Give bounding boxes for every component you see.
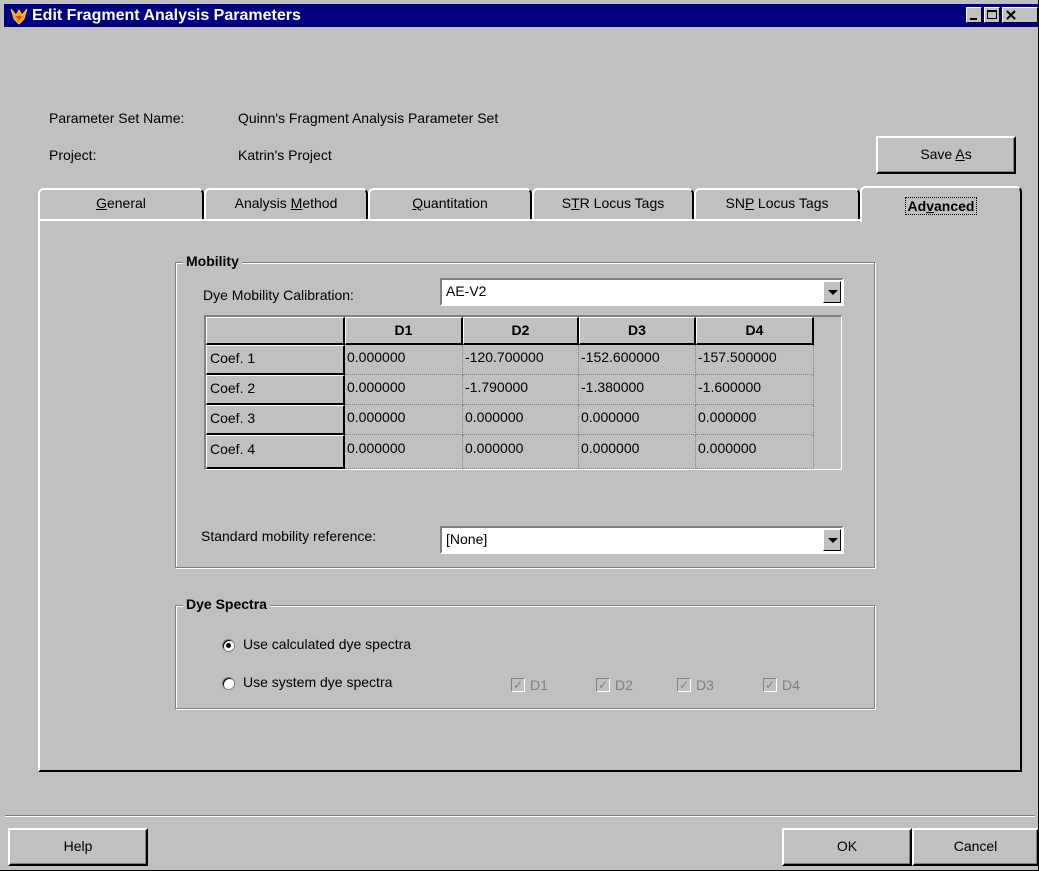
d2-checkbox-label: D2: [615, 677, 633, 693]
d4-checkbox-label: D4: [782, 677, 800, 693]
column-header-d3[interactable]: D3: [579, 317, 696, 345]
coef-cell[interactable]: -157.500000: [696, 345, 814, 375]
save-as-label: Save: [920, 146, 956, 162]
tab-label: SN: [725, 195, 745, 211]
save-as-button[interactable]: Save As: [876, 136, 1016, 174]
coef-cell[interactable]: 0.000000: [463, 435, 579, 469]
use-system-dye-spectra-radio[interactable]: [222, 677, 235, 690]
ok-button[interactable]: OK: [782, 828, 912, 866]
coef-cell[interactable]: 0.000000: [579, 405, 696, 435]
close-icon: [1006, 10, 1016, 20]
parameter-set-name-label: Parameter Set Name:: [49, 110, 185, 126]
minimize-icon: [970, 18, 977, 20]
dialog-window: Edit Fragment Analysis Parameters Parame…: [0, 0, 1039, 871]
mobility-coefficient-table[interactable]: D1 D2 D3 D4 Coef. 1 0.000000 -120.700000…: [204, 315, 842, 470]
coef-cell[interactable]: 0.000000: [345, 345, 463, 375]
minimize-button[interactable]: [966, 7, 982, 23]
use-system-dye-spectra-label[interactable]: Use system dye spectra: [243, 674, 392, 690]
parameter-set-name-value: Quinn's Fragment Analysis Parameter Set: [238, 110, 499, 126]
window-title: Edit Fragment Analysis Parameters: [32, 7, 301, 24]
coef-cell[interactable]: 0.000000: [696, 405, 814, 435]
tab-label-rest: R Locus Tags: [579, 195, 665, 211]
tab-mnemonic: P: [744, 195, 755, 211]
tab-snp-locus-tags[interactable]: SNP Locus Tags: [694, 188, 860, 220]
tab-mnemonic: M: [290, 195, 303, 211]
title-bar[interactable]: Edit Fragment Analysis Parameters: [4, 4, 1038, 27]
row-header-coef-4[interactable]: Coef. 4: [206, 435, 345, 469]
help-button[interactable]: Help: [8, 828, 148, 866]
dye-mobility-calibration-label: Dye Mobility Calibration:: [203, 287, 354, 303]
tab-mnemonic: Q: [412, 195, 424, 211]
coef-cell[interactable]: -1.790000: [463, 375, 579, 405]
d1-checkbox-label: D1: [530, 677, 548, 693]
coef-cell[interactable]: 0.000000: [463, 405, 579, 435]
tab-label-rest: eneral: [106, 195, 146, 211]
tab-label: S: [561, 195, 572, 211]
coef-cell[interactable]: -1.600000: [696, 375, 814, 405]
tab-label-rest: ethod: [302, 195, 338, 211]
use-calculated-dye-spectra-label[interactable]: Use calculated dye spectra: [243, 636, 411, 652]
project-value: Katrin's Project: [238, 147, 332, 163]
mobility-group-title: Mobility: [183, 253, 242, 269]
cancel-button[interactable]: Cancel: [912, 828, 1038, 866]
dye-mobility-calibration-select[interactable]: AE-V2: [440, 278, 844, 306]
tab-focus-rect: Advanced: [904, 197, 978, 215]
coef-cell[interactable]: -1.380000: [579, 375, 696, 405]
standard-mobility-reference-label: Standard mobility reference:: [201, 528, 377, 544]
dye-spectra-group: [175, 605, 875, 709]
tab-mnemonic: T: [571, 195, 580, 211]
d4-checkbox[interactable]: ✓: [763, 678, 777, 692]
coef-cell[interactable]: -120.700000: [463, 345, 579, 375]
column-header-d4[interactable]: D4: [696, 317, 814, 345]
footer-separator: [5, 815, 1035, 817]
tab-str-locus-tags[interactable]: STR Locus Tags: [532, 188, 694, 220]
tab-label-rest: Locus Tags: [754, 195, 829, 211]
save-as-label-rest: s: [964, 146, 972, 162]
coef-cell[interactable]: 0.000000: [345, 435, 463, 469]
maximize-icon: [987, 10, 997, 19]
d1-checkbox[interactable]: ✓: [511, 678, 525, 692]
save-as-mnemonic: A: [955, 146, 965, 162]
tab-analysis-method[interactable]: Analysis Method: [204, 188, 368, 220]
coef-cell[interactable]: 0.000000: [696, 435, 814, 469]
coef-cell[interactable]: -152.600000: [579, 345, 696, 375]
chevron-down-icon[interactable]: [823, 281, 841, 303]
standard-mobility-reference-value: [None]: [446, 531, 488, 547]
row-header-coef-3[interactable]: Coef. 3: [206, 405, 345, 435]
table-corner-header: [206, 317, 345, 345]
d2-checkbox[interactable]: ✓: [596, 678, 610, 692]
maximize-button[interactable]: [984, 7, 1000, 23]
coef-cell[interactable]: 0.000000: [345, 405, 463, 435]
chevron-down-icon[interactable]: [823, 529, 841, 551]
tab-label-rest: uantitation: [423, 195, 488, 211]
d3-checkbox[interactable]: ✓: [677, 678, 691, 692]
use-calculated-dye-spectra-radio[interactable]: [222, 639, 235, 652]
close-button[interactable]: [1002, 7, 1038, 23]
column-header-d2[interactable]: D2: [463, 317, 579, 345]
coef-cell[interactable]: 0.000000: [345, 375, 463, 405]
dye-mobility-calibration-value: AE-V2: [446, 283, 487, 299]
tab-general[interactable]: General: [38, 188, 204, 220]
coef-cell[interactable]: 0.000000: [579, 435, 696, 469]
app-logo-icon: [10, 8, 28, 25]
project-label: Project:: [49, 147, 97, 163]
d3-checkbox-label: D3: [696, 677, 714, 693]
column-header-d1[interactable]: D1: [345, 317, 463, 345]
row-header-coef-2[interactable]: Coef. 2: [206, 375, 345, 405]
tab-label-rest: anced: [934, 198, 975, 214]
tab-label: Ad: [907, 198, 927, 214]
tab-mnemonic: v: [926, 198, 934, 214]
tab-quantitation[interactable]: Quantitation: [368, 188, 532, 220]
tab-mnemonic: G: [96, 195, 107, 211]
tab-advanced[interactable]: Advanced: [860, 186, 1022, 222]
dye-spectra-group-title: Dye Spectra: [183, 596, 270, 612]
row-header-coef-1[interactable]: Coef. 1: [206, 345, 345, 375]
tab-label: Analysis: [234, 195, 291, 211]
standard-mobility-reference-select[interactable]: [None]: [440, 526, 844, 554]
